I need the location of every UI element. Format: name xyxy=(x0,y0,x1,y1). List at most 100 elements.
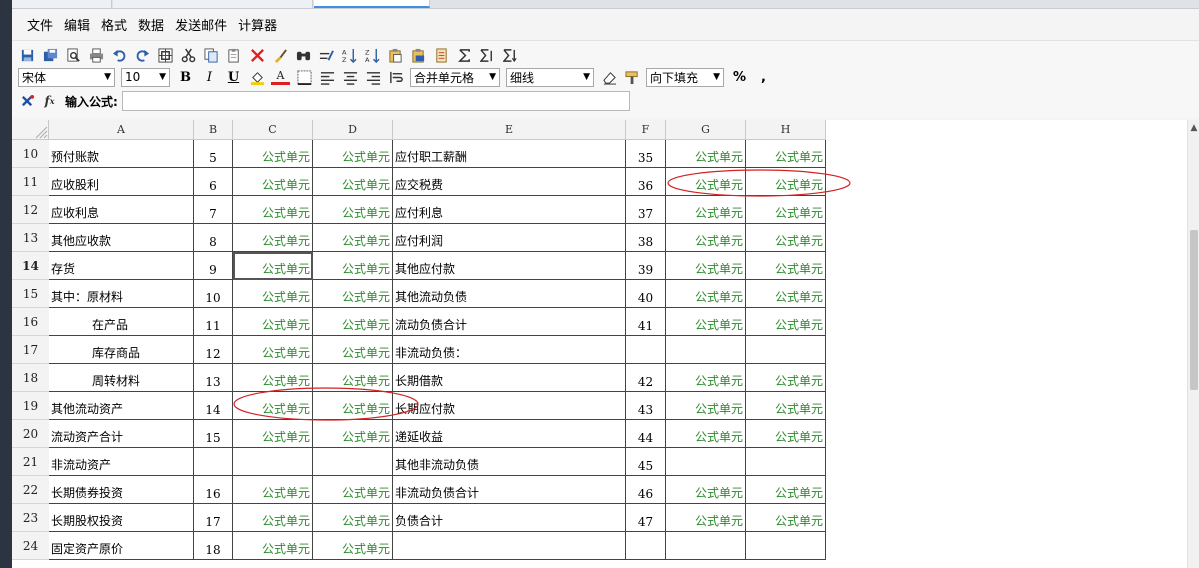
cell-h14[interactable]: 公式单元 xyxy=(746,252,826,280)
cell-h19[interactable]: 公式单元 xyxy=(746,392,826,420)
sort-descending-icon[interactable]: ZA xyxy=(363,46,382,65)
cell-d21[interactable] xyxy=(313,448,393,476)
cell-c15[interactable]: 公式单元 xyxy=(233,280,313,308)
column-header-h[interactable]: H xyxy=(746,120,826,140)
column-header-b[interactable]: B xyxy=(194,120,233,140)
cell-c21[interactable] xyxy=(233,448,313,476)
wrap-text-icon[interactable] xyxy=(387,68,406,87)
cell-e21[interactable]: 其他非流动负债 xyxy=(393,448,626,476)
cell-c16[interactable]: 公式单元 xyxy=(233,308,313,336)
column-header-f[interactable]: F xyxy=(626,120,666,140)
vertical-scrollbar[interactable]: ▲ xyxy=(1187,120,1199,568)
font-size-select[interactable]: 10 ▼ xyxy=(121,67,170,87)
document-tab[interactable] xyxy=(12,0,112,8)
row-header[interactable]: 13 xyxy=(12,224,49,252)
print-icon[interactable] xyxy=(87,46,106,65)
cell-h16[interactable]: 公式单元 xyxy=(746,308,826,336)
cell-e14[interactable]: 其他应付款 xyxy=(393,252,626,280)
formula-input[interactable] xyxy=(121,91,630,111)
cell-a21[interactable]: 非流动资产 xyxy=(49,448,194,476)
column-header-c[interactable]: C xyxy=(233,120,313,140)
cell-b11[interactable]: 6 xyxy=(194,168,233,196)
row-header[interactable]: 16 xyxy=(12,308,49,336)
clear-format-icon[interactable] xyxy=(271,46,290,65)
copy-icon[interactable] xyxy=(202,46,221,65)
cell-f11[interactable]: 36 xyxy=(626,168,666,196)
cell-h22[interactable]: 公式单元 xyxy=(746,476,826,504)
document-tab[interactable] xyxy=(113,0,313,8)
align-left-icon[interactable] xyxy=(318,68,337,87)
cell-c20[interactable]: 公式单元 xyxy=(233,420,313,448)
row-header[interactable]: 12 xyxy=(12,196,49,224)
cell-e11[interactable]: 应交税费 xyxy=(393,168,626,196)
italic-button[interactable]: I xyxy=(200,68,219,87)
cell-a19[interactable]: 其他流动资产 xyxy=(49,392,194,420)
cell-a20[interactable]: 流动资产合计 xyxy=(49,420,194,448)
row-header[interactable]: 22 xyxy=(12,476,49,504)
row-header[interactable]: 20 xyxy=(12,420,49,448)
comma-button[interactable]: , xyxy=(754,68,773,87)
eraser-icon[interactable] xyxy=(600,68,619,87)
cell-b22[interactable]: 16 xyxy=(194,476,233,504)
cell-c17[interactable]: 公式单元 xyxy=(233,336,313,364)
align-right-icon[interactable] xyxy=(364,68,383,87)
cell-a13[interactable]: 其他应收款 xyxy=(49,224,194,252)
cell-e17[interactable]: 非流动负债： xyxy=(393,336,626,364)
cell-h24[interactable] xyxy=(746,532,826,560)
cell-e12[interactable]: 应付利息 xyxy=(393,196,626,224)
cell-h11[interactable]: 公式单元 xyxy=(746,168,826,196)
cell-b12[interactable]: 7 xyxy=(194,196,233,224)
cell-a12[interactable]: 应收利息 xyxy=(49,196,194,224)
cell-e10[interactable]: 应付职工薪酬 xyxy=(393,140,626,168)
cell-d19[interactable]: 公式单元 xyxy=(313,392,393,420)
cell-c23[interactable]: 公式单元 xyxy=(233,504,313,532)
cell-g22[interactable]: 公式单元 xyxy=(666,476,746,504)
row-header[interactable]: 15 xyxy=(12,280,49,308)
column-header-d[interactable]: D xyxy=(313,120,393,140)
cell-b24[interactable]: 18 xyxy=(194,532,233,560)
cell-f20[interactable]: 44 xyxy=(626,420,666,448)
cell-d20[interactable]: 公式单元 xyxy=(313,420,393,448)
row-header[interactable]: 21 xyxy=(12,448,49,476)
menu-data[interactable]: 数据 xyxy=(137,13,165,36)
cell-e19[interactable]: 长期应付款 xyxy=(393,392,626,420)
cell-g20[interactable]: 公式单元 xyxy=(666,420,746,448)
cell-e20[interactable]: 递延收益 xyxy=(393,420,626,448)
row-header[interactable]: 14 xyxy=(12,252,49,280)
cell-c19[interactable]: 公式单元 xyxy=(233,392,313,420)
cell-h17[interactable] xyxy=(746,336,826,364)
bold-button[interactable]: B xyxy=(176,68,195,87)
menu-file[interactable]: 文件 xyxy=(26,13,54,36)
cell-c10[interactable]: 公式单元 xyxy=(233,140,313,168)
scroll-up-icon[interactable]: ▲ xyxy=(1188,122,1199,134)
cell-g11[interactable]: 公式单元 xyxy=(666,168,746,196)
document-tab-active[interactable] xyxy=(314,0,430,8)
cancel-formula-icon[interactable] xyxy=(18,92,37,111)
column-header-a[interactable]: A xyxy=(49,120,194,140)
cell-d22[interactable]: 公式单元 xyxy=(313,476,393,504)
paste-icon[interactable] xyxy=(225,46,244,65)
row-header[interactable]: 17 xyxy=(12,336,49,364)
cell-d18[interactable]: 公式单元 xyxy=(313,364,393,392)
menu-format[interactable]: 格式 xyxy=(100,13,128,36)
menu-send-mail[interactable]: 发送邮件 xyxy=(174,13,228,36)
cell-e18[interactable]: 长期借款 xyxy=(393,364,626,392)
cell-f16[interactable]: 41 xyxy=(626,308,666,336)
cell-e16[interactable]: 流动负债合计 xyxy=(393,308,626,336)
save-as-icon[interactable] xyxy=(41,46,60,65)
border-style-select[interactable]: 细线 ▼ xyxy=(506,67,594,87)
cell-e13[interactable]: 应付利润 xyxy=(393,224,626,252)
cell-f14[interactable]: 39 xyxy=(626,252,666,280)
percent-button[interactable]: % xyxy=(730,68,749,87)
cell-f19[interactable]: 43 xyxy=(626,392,666,420)
cell-g10[interactable]: 公式单元 xyxy=(666,140,746,168)
row-sum-icon[interactable] xyxy=(478,46,497,65)
find-icon[interactable] xyxy=(294,46,313,65)
underline-button[interactable]: U xyxy=(224,68,243,87)
scrollbar-thumb[interactable] xyxy=(1190,230,1198,390)
cell-a23[interactable]: 长期股权投资 xyxy=(49,504,194,532)
cell-b13[interactable]: 8 xyxy=(194,224,233,252)
cell-c12[interactable]: 公式单元 xyxy=(233,196,313,224)
cell-c14[interactable]: 公式单元 xyxy=(233,252,313,280)
cell-g15[interactable]: 公式单元 xyxy=(666,280,746,308)
